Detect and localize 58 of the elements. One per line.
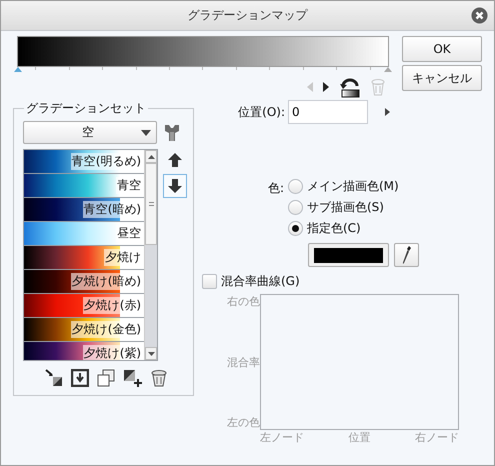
next-arrow-icon[interactable] [323,82,329,92]
gradient-item[interactable]: 昼空 [24,222,144,246]
trash-icon[interactable] [151,369,167,387]
cancel-button[interactable]: キャンセル [402,65,482,91]
gradient-item[interactable]: 夕焼け [24,246,144,270]
reverse-gradient-icon[interactable] [339,76,361,98]
window-title: グラデーションマップ [188,7,308,24]
axis-label: 左の色 [226,415,260,430]
move-down-button[interactable] [163,174,187,198]
position-field[interactable]: 0 [288,100,368,124]
dropdown-value: 空 [82,124,94,141]
add-gradient-icon[interactable] [123,369,143,387]
gradient-name: 青空 [116,177,142,194]
node-marker[interactable] [14,67,22,72]
color-swatch[interactable] [308,243,389,267]
set-dropdown[interactable]: 空 [23,121,157,144]
ok-button[interactable]: OK [402,36,482,62]
axis-label: 右ノード [415,430,459,445]
node-marker[interactable] [384,67,392,72]
gradient-item[interactable]: 夕焼け(金色) [24,318,144,342]
up-arrow-icon[interactable] [167,152,183,168]
color-label: 色: [266,180,284,197]
axis-label: 位置 [348,430,370,445]
gradient-item[interactable]: 夕焼け(暗め) [24,270,144,294]
gradient-name: 夕焼け(赤) [82,297,142,314]
eyedropper-button[interactable] [394,243,419,267]
eyedropper-icon [402,245,412,265]
expand-arrow-icon[interactable] [385,108,390,116]
axis-label: 左ノード [260,430,304,445]
color-radio[interactable]: 指定色(C) [288,219,399,238]
wrench-icon[interactable] [162,122,182,142]
color-radio[interactable]: サブ描画色(S) [288,198,399,217]
save-icon[interactable] [71,369,89,387]
gradient-name: 夕焼け(金色) [70,321,142,338]
color-radio[interactable]: メイン描画色(M) [288,177,399,196]
gradient-name: 夕焼け(暗め) [70,273,142,290]
gradient-name: 夕焼け [104,249,142,266]
gradient-preview[interactable] [17,36,389,67]
down-arrow-icon [167,178,183,194]
gradient-item[interactable]: 青空 [24,174,144,198]
group-title: グラデーションセット [25,100,147,117]
axis-label: 混合率 [226,354,260,370]
gradient-name: 青空(明るめ) [70,153,142,170]
caret-icon [141,130,151,136]
import-icon[interactable] [45,369,63,387]
axis-label: 右の色 [226,294,260,309]
scrollbar[interactable] [144,150,157,360]
gradient-name: 青空(暗め) [82,201,142,218]
position-label: 位置(O): [237,104,285,120]
gradient-item[interactable]: 夕焼け(赤) [24,294,144,318]
gradient-name: 夕焼け(紫) [82,345,142,360]
gradient-name: 昼空 [116,225,142,242]
scroll-down-icon [148,352,155,356]
close-icon[interactable] [471,7,488,24]
gradient-item[interactable]: 青空(明るめ) [24,150,144,174]
gradient-item[interactable]: 青空(暗め) [24,198,144,222]
duplicate-icon[interactable] [97,369,115,387]
scroll-up-icon [148,154,155,158]
